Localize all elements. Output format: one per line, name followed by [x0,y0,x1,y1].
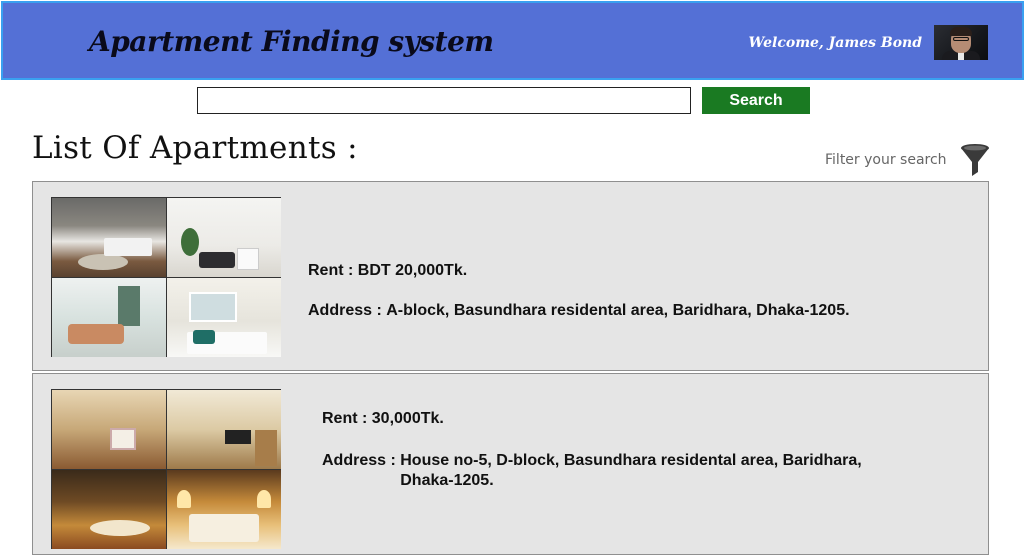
filter-label[interactable]: Filter your search [825,152,947,168]
funnel-icon[interactable] [959,142,991,178]
bedroom-photo [167,278,281,357]
address-label: Address : [308,302,382,319]
user-avatar[interactable] [934,25,988,60]
apartment-card[interactable]: Rent : 30,000Tk. Address : House no-5, D… [32,373,989,555]
dining-room-photo [52,470,166,549]
bedroom-photo [167,470,281,549]
address-text: Address : A-block, Basundhara residental… [308,302,850,320]
welcome-text: Welcome, James Bond [748,35,922,51]
living-room-photo [52,390,166,469]
search-button[interactable]: Search [702,87,810,114]
family-room-photo [167,390,281,469]
app-title: Apartment Finding system [89,25,494,58]
address-value: House no-5, D-block, Basundhara resident… [400,452,862,489]
living-room-photo [167,198,281,277]
search-input[interactable] [197,87,691,114]
avatar-glasses [953,37,969,41]
top-header: Apartment Finding system Welcome, James … [1,1,1024,80]
apartment-photo-collage[interactable] [51,389,281,549]
lounge-photo [52,278,166,357]
rent-value: 30,000Tk. [371,410,444,427]
address-label: Address : [322,452,396,469]
rent-label: Rent : [322,410,368,427]
rent-label: Rent : [308,262,354,279]
rent-text: Rent : BDT 20,000Tk. [308,262,467,280]
list-title: List Of Apartments : [32,130,358,166]
address-value: A-block, Basundhara residental area, Bar… [386,302,850,319]
bedroom-photo [52,198,166,277]
address-text: Address : House no-5, D-block, Basundhar… [322,451,900,491]
rent-text: Rent : 30,000Tk. [322,410,444,428]
apartment-photo-collage[interactable] [51,197,281,357]
avatar-hair [950,27,972,36]
rent-value: BDT 20,000Tk. [357,262,468,279]
apartment-card[interactable]: Rent : BDT 20,000Tk. Address : A-block, … [32,181,989,371]
